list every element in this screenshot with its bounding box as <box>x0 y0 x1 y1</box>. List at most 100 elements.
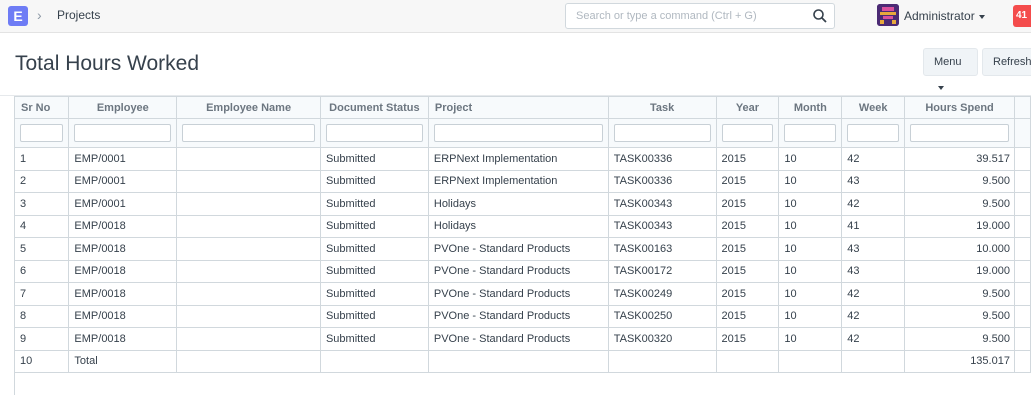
cell-employee[interactable]: EMP/0018 <box>68 282 178 306</box>
cell-sr[interactable]: 6 <box>15 260 70 283</box>
table-row[interactable]: 4 EMP/0018 Submitted Holidays TASK00343 2015 1… <box>15 215 1031 238</box>
cell-project[interactable]: ERPNext Implementation <box>428 147 609 171</box>
table-row[interactable]: 3 EMP/0001 Submitted Holidays TASK00343 2015 1… <box>15 192 1031 216</box>
cell-week[interactable]: 42 <box>841 147 906 171</box>
cell-month[interactable]: 10 <box>778 170 843 193</box>
app-logo[interactable]: E <box>8 6 28 26</box>
cell-week[interactable]: 42 <box>841 192 906 216</box>
cell-employee[interactable]: EMP/0001 <box>68 147 178 171</box>
cell-sr[interactable]: 8 <box>15 305 70 328</box>
filter-task[interactable] <box>613 124 711 142</box>
cell-status[interactable]: Submitted <box>320 282 429 306</box>
column-header-month[interactable]: Month <box>778 96 843 119</box>
avatar[interactable] <box>877 4 899 26</box>
cell-month[interactable]: 10 <box>778 282 843 306</box>
filter-document-status[interactable] <box>325 124 423 142</box>
cell-hours[interactable]: 9.500 <box>904 327 1015 351</box>
cell-year[interactable]: 2015 <box>716 305 780 328</box>
cell-task[interactable]: TASK00336 <box>608 147 717 171</box>
cell-employee[interactable]: EMP/0018 <box>68 327 178 351</box>
cell-project[interactable]: PVOne - Standard Products <box>428 327 609 351</box>
cell-name[interactable] <box>176 147 321 171</box>
cell-month[interactable]: 10 <box>778 237 843 261</box>
column-header-employee[interactable]: Employee <box>68 96 178 119</box>
cell-month[interactable]: 10 <box>778 305 843 328</box>
cell-task[interactable]: TASK00249 <box>608 282 717 306</box>
cell-hours[interactable]: 9.500 <box>904 282 1015 306</box>
cell-week[interactable]: 42 <box>841 305 906 328</box>
table-row[interactable]: 9 EMP/0018 Submitted PVOne - Standard Produ… <box>15 327 1031 351</box>
cell-year[interactable]: 2015 <box>716 237 780 261</box>
filter-hours-spend[interactable] <box>910 124 1009 142</box>
search-input[interactable]: Search or type a command (Ctrl + G) <box>565 3 835 29</box>
column-header-hours-spend[interactable]: Hours Spend <box>904 96 1015 119</box>
cell-project[interactable]: Holidays <box>428 192 609 216</box>
column-header-project[interactable]: Project <box>428 96 609 119</box>
cell-hours[interactable]: 19.000 <box>904 260 1015 283</box>
cell-project[interactable]: PVOne - Standard Products <box>428 237 609 261</box>
cell-name[interactable] <box>176 215 321 238</box>
cell-status[interactable]: Submitted <box>320 327 429 351</box>
cell-status[interactable]: Submitted <box>320 305 429 328</box>
cell-status[interactable]: Submitted <box>320 192 429 216</box>
cell-employee[interactable]: EMP/0018 <box>68 215 178 238</box>
cell-month[interactable]: 10 <box>778 215 843 238</box>
cell-status[interactable]: Submitted <box>320 237 429 261</box>
cell-task[interactable]: TASK00336 <box>608 170 717 193</box>
cell-sr[interactable]: 4 <box>15 215 70 238</box>
table-row[interactable]: 8 EMP/0018 Submitted PVOne - Standard Produ… <box>15 305 1031 328</box>
table-row[interactable]: 5 EMP/0018 Submitted PVOne - Standard Produ… <box>15 237 1031 261</box>
cell-month[interactable]: 10 <box>778 147 843 171</box>
cell-hours[interactable]: 9.500 <box>904 305 1015 328</box>
breadcrumb-projects[interactable]: Projects <box>57 8 100 22</box>
cell-name[interactable] <box>176 237 321 261</box>
cell-year[interactable]: 2015 <box>716 170 780 193</box>
cell-month[interactable]: 10 <box>778 327 843 351</box>
filter-project[interactable] <box>433 124 603 142</box>
menu-button[interactable]: Menu <box>923 48 978 91</box>
cell-status[interactable]: Submitted <box>320 147 429 171</box>
filter-year[interactable] <box>721 124 774 142</box>
cell-week[interactable]: 41 <box>841 215 906 238</box>
column-header-employee-name[interactable]: Employee Name <box>176 96 321 119</box>
user-menu[interactable]: Administrator <box>904 9 985 23</box>
cell-employee[interactable]: EMP/0018 <box>68 260 178 283</box>
table-row[interactable]: 7 EMP/0018 Submitted PVOne - Standard Produ… <box>15 282 1031 306</box>
cell-employee[interactable]: EMP/0001 <box>68 192 178 216</box>
cell-project[interactable]: PVOne - Standard Products <box>428 260 609 283</box>
cell-sr[interactable]: 2 <box>15 170 70 193</box>
column-header-year[interactable]: Year <box>716 96 780 119</box>
cell-name[interactable] <box>176 170 321 193</box>
cell-week[interactable]: 42 <box>841 282 906 306</box>
cell-year[interactable]: 2015 <box>716 192 780 216</box>
cell-year[interactable]: 2015 <box>716 260 780 283</box>
cell-sr[interactable]: 9 <box>15 327 70 351</box>
search-icon[interactable] <box>812 8 828 24</box>
cell-week[interactable]: 43 <box>841 170 906 193</box>
cell-status[interactable]: Submitted <box>320 215 429 238</box>
table-row[interactable]: 2 EMP/0001 Submitted ERPNext Implementation… <box>15 170 1031 193</box>
cell-hours[interactable]: 10.000 <box>904 237 1015 261</box>
cell-year[interactable]: 2015 <box>716 282 780 306</box>
cell-hours[interactable]: 39.517 <box>904 147 1015 171</box>
table-row[interactable]: 6 EMP/0018 Submitted PVOne - Standard Produ… <box>15 260 1031 283</box>
cell-month[interactable]: 10 <box>778 192 843 216</box>
cell-task[interactable]: TASK00172 <box>608 260 717 283</box>
cell-status[interactable]: Submitted <box>320 170 429 193</box>
cell-sr[interactable]: 3 <box>15 192 70 216</box>
notification-badge[interactable]: 41 <box>1013 5 1031 27</box>
cell-sr[interactable]: 5 <box>15 237 70 261</box>
cell-year[interactable]: 2015 <box>716 327 780 351</box>
cell-task[interactable]: TASK00343 <box>608 215 717 238</box>
filter-week[interactable] <box>847 124 900 142</box>
cell-name[interactable] <box>176 305 321 328</box>
cell-task[interactable]: TASK00163 <box>608 237 717 261</box>
cell-status[interactable]: Submitted <box>320 260 429 283</box>
filter-employee-name[interactable] <box>182 124 315 142</box>
cell-task[interactable]: TASK00250 <box>608 305 717 328</box>
column-header-document-status[interactable]: Document Status <box>320 96 429 119</box>
cell-employee[interactable]: EMP/0018 <box>68 237 178 261</box>
cell-name[interactable] <box>176 327 321 351</box>
cell-sr[interactable]: 7 <box>15 282 70 306</box>
cell-project[interactable]: PVOne - Standard Products <box>428 305 609 328</box>
